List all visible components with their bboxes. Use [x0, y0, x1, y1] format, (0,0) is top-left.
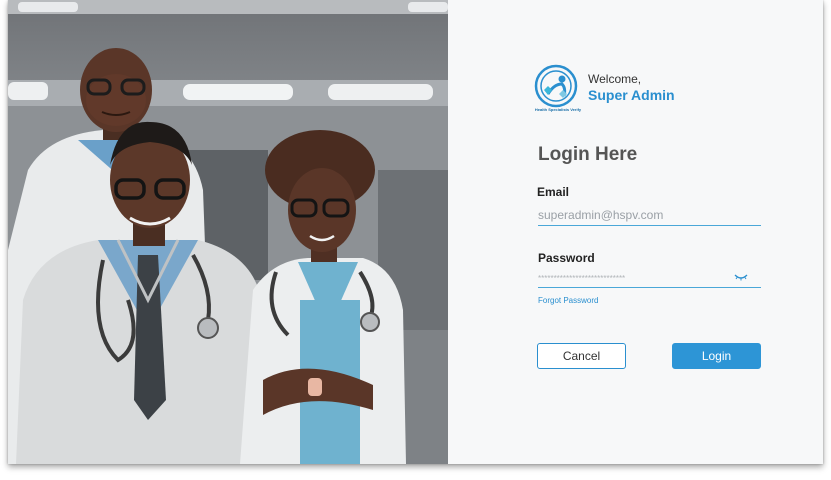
email-label: Email — [537, 185, 570, 199]
forgot-password-link[interactable]: Forgot Password — [538, 296, 598, 305]
doctors-illustration — [8, 0, 448, 464]
cancel-button[interactable]: Cancel — [537, 343, 626, 369]
password-input[interactable] — [538, 270, 761, 288]
email-input[interactable] — [538, 205, 761, 226]
app-window: Health Specialists Verify Welcome, Super… — [8, 0, 823, 464]
brand-header: Health Specialists Verify Welcome, Super… — [530, 64, 675, 116]
welcome-text: Welcome, — [588, 72, 642, 86]
login-button[interactable]: Login — [672, 343, 761, 369]
doctors-hero-image — [8, 0, 448, 464]
role-title: Super Admin — [588, 87, 675, 103]
welcome-block: Welcome, Super Admin — [588, 72, 675, 104]
health-logo-icon: Health Specialists Verify — [530, 64, 582, 116]
login-title: Login Here — [538, 144, 638, 165]
eye-closed-icon[interactable] — [734, 272, 748, 282]
logo-caption: Health Specialists Verify — [534, 107, 582, 112]
login-panel: Health Specialists Verify Welcome, Super… — [448, 0, 823, 464]
password-label: Password — [538, 251, 595, 265]
